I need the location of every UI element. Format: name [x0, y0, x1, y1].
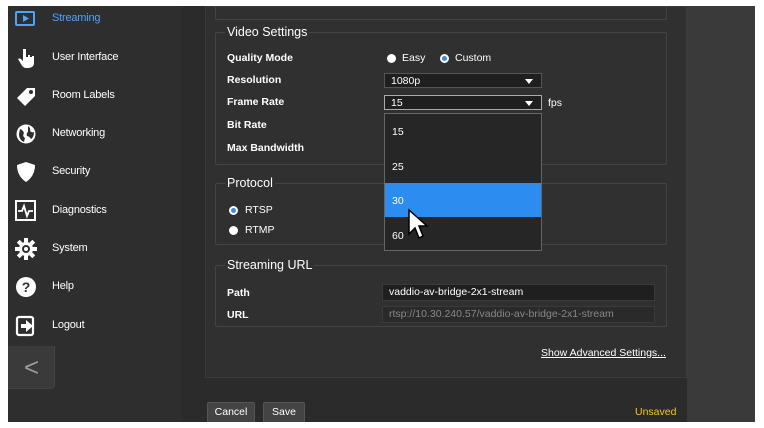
- quality-easy-radio[interactable]: [387, 54, 396, 63]
- pulse-icon: [15, 200, 39, 222]
- url-label: URL: [227, 309, 249, 321]
- previous-section: [215, 6, 667, 20]
- sidebar-item-label: Security: [52, 165, 91, 177]
- path-input[interactable]: vaddio-av-bridge-2x1-stream: [382, 284, 655, 301]
- sidebar-item-user-interface[interactable]: User Interface: [8, 39, 182, 77]
- sidebar-item-label: Diagnostics: [52, 204, 107, 216]
- sidebar-item-label: Logout: [52, 319, 85, 331]
- sidebar-item-label: System: [52, 242, 88, 254]
- frame-rate-option[interactable]: 25: [385, 149, 541, 183]
- protocol-rtmp-radio[interactable]: [229, 226, 238, 235]
- protocol-rtsp-radio[interactable]: [229, 206, 238, 215]
- sidebar-item-help[interactable]: ? Help: [8, 268, 182, 306]
- streaming-url-title: Streaming URL: [225, 258, 315, 272]
- sidebar-item-logout[interactable]: Logout: [8, 307, 182, 345]
- protocol-title: Protocol: [225, 176, 275, 190]
- shield-icon: [15, 161, 39, 183]
- sidebar-item-diagnostics[interactable]: Diagnostics: [8, 192, 182, 230]
- unsaved-status: Unsaved: [635, 406, 677, 418]
- sidebar-item-label: Room Labels: [52, 89, 115, 101]
- save-button[interactable]: Save: [263, 402, 305, 423]
- quality-mode-label: Quality Mode: [227, 52, 293, 64]
- frame-rate-label: Frame Rate: [227, 96, 285, 108]
- url-field: rtsp://10.30.240.57/vaddio-av-bridge-2x1…: [382, 306, 655, 323]
- gear-icon: [15, 238, 39, 260]
- bottom-edge: [0, 422, 764, 428]
- bit-rate-label: Bit Rate: [227, 119, 267, 131]
- frame-rate-select[interactable]: 15: [384, 95, 542, 110]
- quality-custom-radio[interactable]: [440, 54, 449, 63]
- max-bandwidth-label: Max Bandwidth: [227, 142, 305, 154]
- right-gutter: [687, 6, 755, 422]
- frame-rate-unit: fps: [548, 97, 563, 109]
- show-advanced-settings-link[interactable]: Show Advanced Settings...: [541, 347, 666, 359]
- tag-icon: [15, 85, 39, 107]
- chevron-left-icon: <: [24, 352, 40, 382]
- protocol-rtmp-label: RTMP: [245, 224, 275, 236]
- sidebar-item-label: User Interface: [52, 51, 119, 63]
- cancel-button[interactable]: Cancel: [207, 402, 255, 423]
- resolution-label: Resolution: [227, 74, 282, 86]
- frame-rate-value: 15: [391, 97, 403, 109]
- sidebar-item-room-labels[interactable]: Room Labels: [8, 77, 182, 115]
- protocol-rtsp-label: RTSP: [245, 204, 273, 216]
- sidebar-collapse-button[interactable]: <: [8, 346, 55, 389]
- sidebar-item-security[interactable]: Security: [8, 153, 182, 191]
- resolution-select[interactable]: 1080p: [384, 73, 542, 88]
- quality-custom-label: Custom: [455, 52, 492, 64]
- hand-pointer-icon: [15, 47, 39, 69]
- sidebar-item-networking[interactable]: Networking: [8, 115, 182, 153]
- chevron-down-icon: [525, 79, 533, 84]
- right-edge: [755, 0, 764, 428]
- sidebar-item-label: Streaming: [52, 12, 101, 24]
- quality-easy-label: Easy: [402, 52, 426, 64]
- chevron-down-icon: [525, 101, 533, 106]
- logout-icon: [15, 315, 39, 337]
- mouse-cursor-icon: [408, 208, 429, 240]
- resolution-value: 1080p: [391, 75, 421, 87]
- left-edge: [0, 0, 8, 428]
- sidebar-item-label: Networking: [52, 127, 106, 139]
- sidebar-item-label: Help: [52, 280, 74, 292]
- question-icon: ?: [15, 276, 39, 298]
- globe-icon: [15, 123, 39, 145]
- streaming-icon: [15, 8, 39, 30]
- frame-rate-option[interactable]: 15: [385, 114, 541, 148]
- sidebar-item-streaming[interactable]: Streaming: [8, 0, 182, 38]
- path-label: Path: [227, 287, 250, 299]
- video-settings-title: Video Settings: [225, 25, 310, 39]
- sidebar-item-system[interactable]: System: [8, 230, 182, 268]
- app-window: Streaming User Interface Room Labels Net…: [0, 0, 764, 428]
- svg-text:?: ?: [22, 279, 31, 295]
